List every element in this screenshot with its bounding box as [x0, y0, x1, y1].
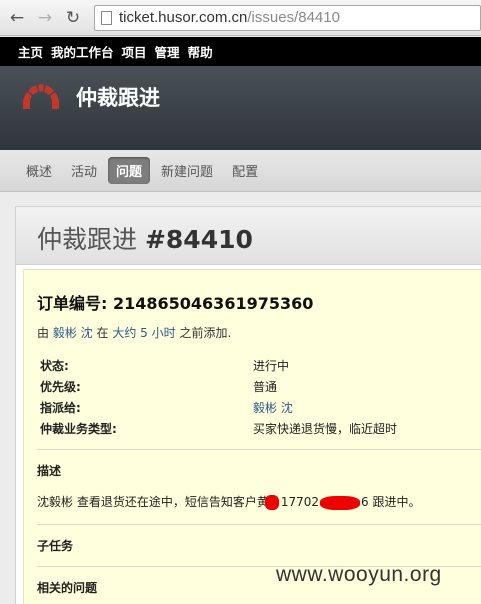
redmine-logo-icon	[23, 84, 59, 109]
priority-value: 普通	[253, 380, 278, 394]
top-menu-admin[interactable]: 管理	[155, 42, 180, 61]
order-label: 订单编号:	[37, 294, 108, 313]
tab-issues[interactable]: 问题	[108, 157, 151, 184]
description-start: 沈毅彬 查看退货还在途中，短信告知客户黄	[37, 495, 269, 509]
top-menu-help[interactable]: 帮助	[188, 42, 213, 61]
browser-toolbar: ← → ↻ ticket.husor.com.cn/issues/84410	[0, 0, 481, 36]
url-host: ticket.husor.com.cn	[119, 9, 248, 26]
issue-tracker-name: 仲裁跟进	[37, 225, 138, 254]
description-heading: 描述	[37, 464, 62, 478]
issue-number: #84410	[144, 225, 253, 254]
tab-overview[interactable]: 概述	[18, 157, 60, 184]
assignee-label: 指派给:	[40, 401, 81, 415]
back-arrow-icon[interactable]: ←	[6, 7, 28, 29]
assignee-value: 毅彬 沈	[253, 399, 293, 416]
top-menu: 主页 我的工作台 项目 管理 帮助	[0, 37, 481, 66]
tab-activity[interactable]: 活动	[63, 157, 105, 184]
top-menu-home[interactable]: 主页	[18, 42, 43, 61]
divider	[37, 524, 481, 525]
subtasks-heading: 子任务	[37, 539, 74, 553]
added-by-prefix: 由	[37, 326, 50, 340]
attribute-row-arbitration-type: 仲裁业务类型: 买家快递退货慢，临近超时	[37, 418, 477, 439]
attribute-row-priority: 优先级: 普通	[37, 376, 477, 397]
top-menu-projects[interactable]: 项目	[122, 42, 147, 61]
top-menu-my-page[interactable]: 我的工作台	[51, 42, 114, 61]
time-ago-link[interactable]: 大约 5 小时	[112, 326, 175, 340]
issue-header: 仲裁跟进 #84410	[16, 207, 481, 265]
issue-title: 仲裁跟进 #84410	[37, 220, 481, 256]
issue-subject: 订单编号: 214865046361975360	[37, 290, 481, 314]
description-end: 6 跟进中。	[361, 495, 421, 509]
address-bar[interactable]: ticket.husor.com.cn/issues/84410	[94, 4, 481, 31]
attribute-row-assignee: 指派给: 毅彬 沈	[37, 397, 477, 418]
arbitration-type-value: 买家快递退货慢，临近超时	[253, 422, 398, 436]
description-phone: 17702	[280, 495, 320, 509]
arbitration-type-label: 仲裁业务类型:	[40, 422, 117, 436]
reload-icon[interactable]: ↻	[62, 7, 84, 29]
added-suffix: 之前添加.	[179, 326, 232, 340]
priority-label: 优先级:	[40, 380, 81, 394]
attribute-row-status: 状态: 进行中	[37, 355, 477, 376]
order-number: 214865046361975360	[112, 294, 314, 313]
added-in-text: 在	[96, 326, 109, 340]
status-value: 进行中	[253, 359, 290, 373]
tab-new-issue[interactable]: 新建问题	[153, 157, 221, 184]
page-icon	[101, 10, 112, 25]
redaction-mark	[264, 495, 279, 510]
status-label: 状态:	[40, 359, 69, 373]
project-tabs: 概述 活动 问题 新建问题 配置	[0, 150, 481, 192]
watermark: www.wooyun.org	[276, 563, 442, 586]
divider	[37, 449, 481, 450]
project-header: 仲裁跟进	[0, 66, 481, 150]
issue-author-line: 由 毅彬 沈 在 大约 5 小时 之前添加.	[37, 324, 481, 341]
main-content: 仲裁跟进 #84410 订单编号: 214865046361975360 由 毅…	[15, 206, 481, 604]
author-link[interactable]: 毅彬 沈	[53, 326, 93, 340]
redaction-mark	[320, 495, 361, 510]
url-path: /issues/84410	[247, 9, 340, 26]
tab-settings[interactable]: 配置	[224, 157, 266, 184]
issue-attributes: 状态: 进行中 优先级: 普通 指派给: 毅彬 沈 仲裁业务类型: 买家快递退货…	[37, 355, 477, 439]
project-title: 仲裁跟进	[76, 86, 160, 110]
forward-arrow-icon[interactable]: →	[34, 7, 56, 29]
description-text: 沈毅彬 查看退货还在途中，短信告知客户黄 17702 6 跟进中。	[37, 493, 481, 510]
assignee-link[interactable]: 毅彬 沈	[253, 401, 293, 415]
issue-details: 订单编号: 214865046361975360 由 毅彬 沈 在 大约 5 小…	[23, 269, 481, 604]
